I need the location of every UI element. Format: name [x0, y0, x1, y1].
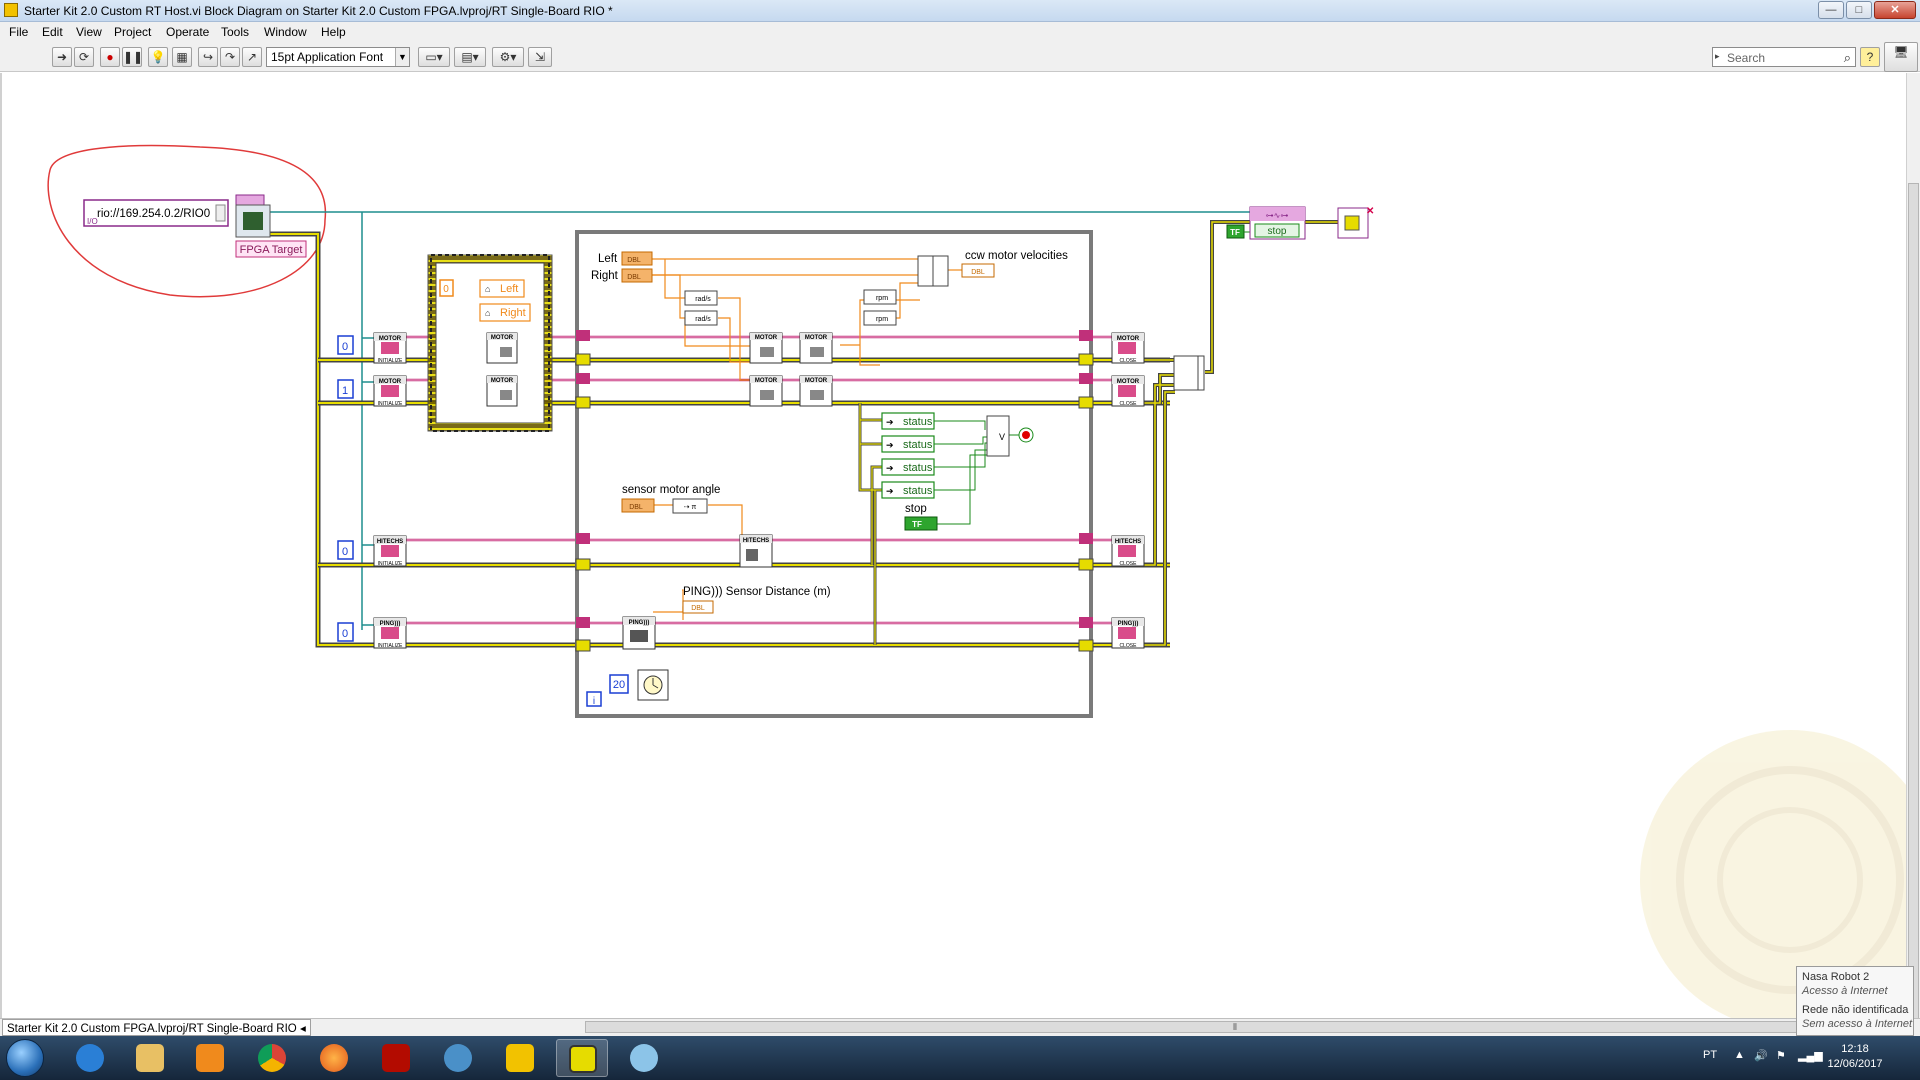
run-arrow-icon[interactable]: ➜: [52, 47, 72, 67]
network-status-1: Acesso à Internet: [1802, 985, 1888, 997]
taskbar-media-player-icon[interactable]: [184, 1039, 236, 1077]
vi-icon: 🖥: [1884, 42, 1918, 72]
pause-icon[interactable]: ❚❚: [122, 47, 143, 67]
taskbar-labview-icon[interactable]: [556, 1039, 608, 1077]
maximize-button[interactable]: □: [1846, 1, 1872, 19]
horizontal-scrollbar-thumb[interactable]: ⦀: [585, 1021, 1885, 1033]
vertical-scrollbar-thumb[interactable]: [1908, 183, 1919, 1043]
windows-start-button[interactable]: [6, 1039, 44, 1077]
toolbar: ➜ ⟳ ● ❚❚ 💡 ▦ ↪ ↷ ↗ 15pt Application Font…: [0, 42, 1920, 72]
step-over-icon[interactable]: ↷: [220, 47, 240, 67]
chevron-left-icon: ◂: [299, 1023, 306, 1035]
block-diagram-canvas[interactable]: [0, 73, 1906, 1018]
abort-icon[interactable]: ●: [100, 47, 120, 67]
status-bar: Starter Kit 2.0 Custom FPGA.lvproj/RT Si…: [0, 1018, 1920, 1036]
project-path[interactable]: Starter Kit 2.0 Custom FPGA.lvproj/RT Si…: [2, 1019, 311, 1036]
menu-bar: File Edit View Project Operate Tools Win…: [0, 22, 1920, 42]
font-selector-value: 15pt Application Font: [271, 50, 384, 64]
search-input[interactable]: ▸ Search ⌕: [1712, 47, 1856, 67]
close-button[interactable]: ✕: [1874, 1, 1916, 19]
clock-date: 12/06/2017: [1827, 1058, 1883, 1070]
network-status-3: Sem acesso à Internet: [1802, 1018, 1913, 1030]
menu-view[interactable]: View: [76, 25, 102, 39]
clock-time: 12:18: [1841, 1043, 1869, 1055]
taskbar-explorer-icon[interactable]: [124, 1039, 176, 1077]
network-icon[interactable]: ▂▄▆: [1798, 1049, 1823, 1062]
align-objects-icon[interactable]: ▭▾: [418, 47, 450, 67]
menu-window[interactable]: Window: [264, 25, 307, 39]
menu-help[interactable]: Help: [321, 25, 346, 39]
step-into-icon[interactable]: ↪: [198, 47, 218, 67]
taskbar: PT ▲ 🔊 ⚑ ▂▄▆ 12:18 12/06/2017: [0, 1036, 1920, 1080]
title-bar: Starter Kit 2.0 Custom RT Host.vi Block …: [0, 0, 1920, 22]
language-indicator[interactable]: PT: [1703, 1049, 1717, 1061]
taskbar-firefox-icon[interactable]: [308, 1039, 360, 1077]
taskbar-search-app-icon[interactable]: [432, 1039, 484, 1077]
system-clock[interactable]: 12:18 12/06/2017: [1820, 1042, 1890, 1072]
taskbar-chrome-icon[interactable]: [246, 1039, 298, 1077]
search-placeholder: Search: [1727, 51, 1766, 65]
reorder-icon[interactable]: ⚙▾: [492, 47, 524, 67]
menu-operate[interactable]: Operate: [166, 25, 209, 39]
volume-icon[interactable]: 🔊: [1754, 1049, 1768, 1062]
flag-icon[interactable]: ⚑: [1776, 1049, 1786, 1062]
search-arrow-icon: ▸: [1715, 51, 1720, 61]
minimize-button[interactable]: —: [1818, 1, 1844, 19]
search-icon: ⌕: [1843, 50, 1851, 65]
help-button[interactable]: ?: [1860, 47, 1880, 67]
font-selector[interactable]: 15pt Application Font ▼: [266, 47, 410, 67]
chevron-down-icon: ▼: [395, 48, 409, 66]
taskbar-paint-icon[interactable]: [618, 1039, 670, 1077]
menu-file[interactable]: File: [9, 25, 28, 39]
run-continuously-icon[interactable]: ⟳: [74, 47, 94, 67]
window-title: Starter Kit 2.0 Custom RT Host.vi Block …: [24, 4, 613, 18]
distribute-objects-icon[interactable]: ▤▾: [454, 47, 486, 67]
network-name: Nasa Robot 2: [1802, 971, 1870, 983]
network-status-2: Rede não identificada: [1802, 1004, 1909, 1016]
tray-expand-icon[interactable]: ▲: [1734, 1049, 1745, 1061]
network-status-popup: Nasa Robot 2 Acesso à Internet Rede não …: [1796, 966, 1914, 1036]
menu-tools[interactable]: Tools: [221, 25, 249, 39]
project-path-text: Starter Kit 2.0 Custom FPGA.lvproj/RT Si…: [7, 1023, 297, 1035]
retain-wire-values-icon[interactable]: ▦: [172, 47, 192, 67]
taskbar-acrobat-icon[interactable]: [370, 1039, 422, 1077]
taskbar-ie-icon[interactable]: [64, 1039, 116, 1077]
labview-vi-icon: [4, 3, 18, 17]
highlight-execution-icon[interactable]: 💡: [148, 47, 168, 67]
clean-up-diagram-icon[interactable]: ⇲: [528, 47, 552, 67]
menu-edit[interactable]: Edit: [42, 25, 63, 39]
menu-project[interactable]: Project: [114, 25, 151, 39]
taskbar-ni-icon[interactable]: [494, 1039, 546, 1077]
vertical-scrollbar[interactable]: [1906, 73, 1920, 1043]
step-out-icon[interactable]: ↗: [242, 47, 262, 67]
